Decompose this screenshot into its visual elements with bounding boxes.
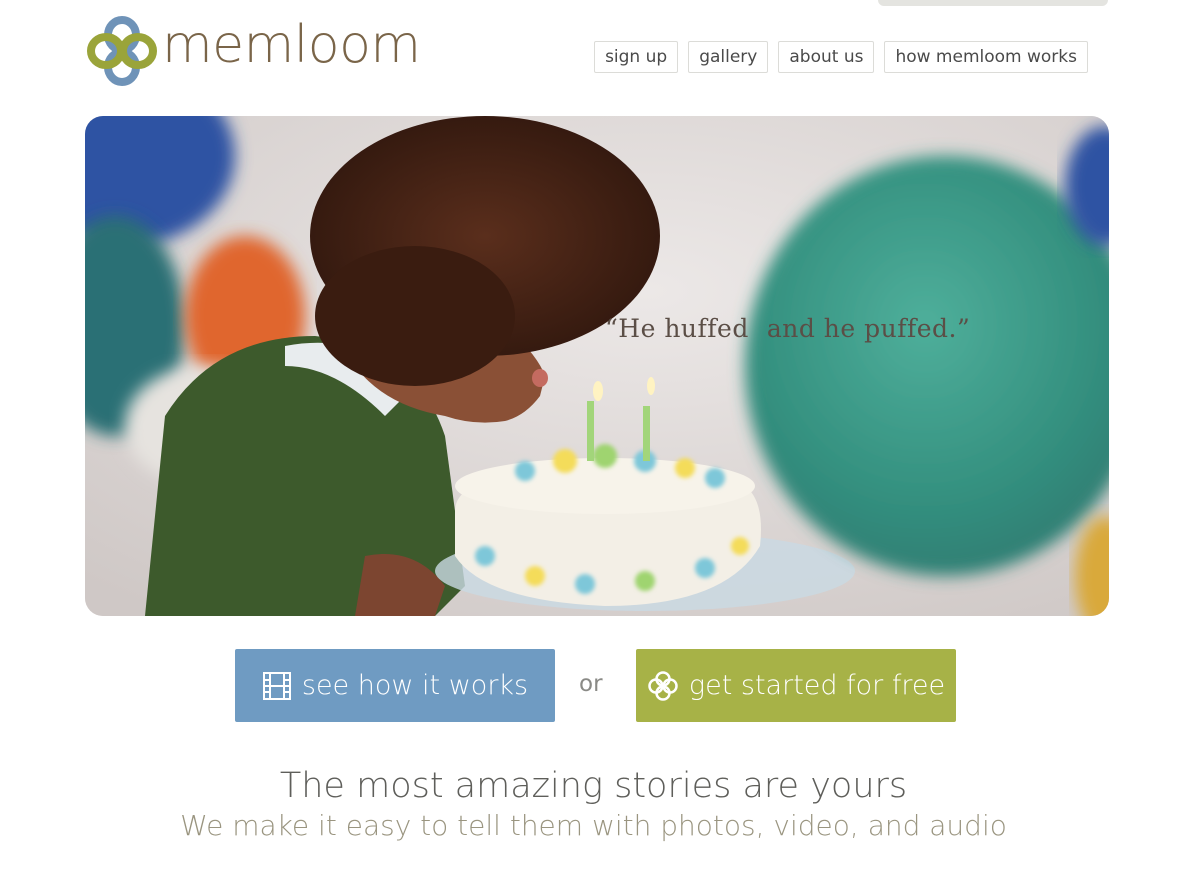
get-started-button[interactable]: get started for free [636, 649, 956, 722]
hero-quote-part1: “He huffed [605, 314, 749, 343]
nav-gallery[interactable]: gallery [688, 41, 769, 73]
top-nav: sign up gallery about us how memloom wor… [594, 41, 1088, 73]
nav-about-us[interactable]: about us [778, 41, 875, 73]
cta-row: see how it works or get started for free [235, 649, 956, 722]
clover-icon [647, 670, 679, 702]
or-separator: or [579, 671, 603, 697]
interlocking-loops-icon [86, 15, 158, 87]
memloom-logo[interactable]: memloom [86, 14, 421, 88]
nav-sign-up[interactable]: sign up [594, 41, 679, 73]
hero-quote-part2: and he puffed.” [766, 314, 971, 343]
hero-quote: “He huffed and he puffed.” [605, 314, 970, 343]
see-how-it-works-label: see how it works [301, 670, 529, 701]
logo-wordmark: memloom [162, 15, 421, 75]
get-started-label: get started for free [688, 670, 946, 701]
film-icon [262, 671, 292, 701]
top-account-tab[interactable] [878, 0, 1108, 6]
hero-banner: “He huffed and he puffed.” [85, 116, 1109, 616]
hero-photo [85, 116, 1109, 616]
tagline-headline: The most amazing stories are yours [279, 766, 908, 806]
nav-how-memloom-works[interactable]: how memloom works [884, 41, 1088, 73]
see-how-it-works-button[interactable]: see how it works [235, 649, 555, 722]
tagline-subhead: We make it easy to tell them with photos… [180, 809, 1007, 842]
